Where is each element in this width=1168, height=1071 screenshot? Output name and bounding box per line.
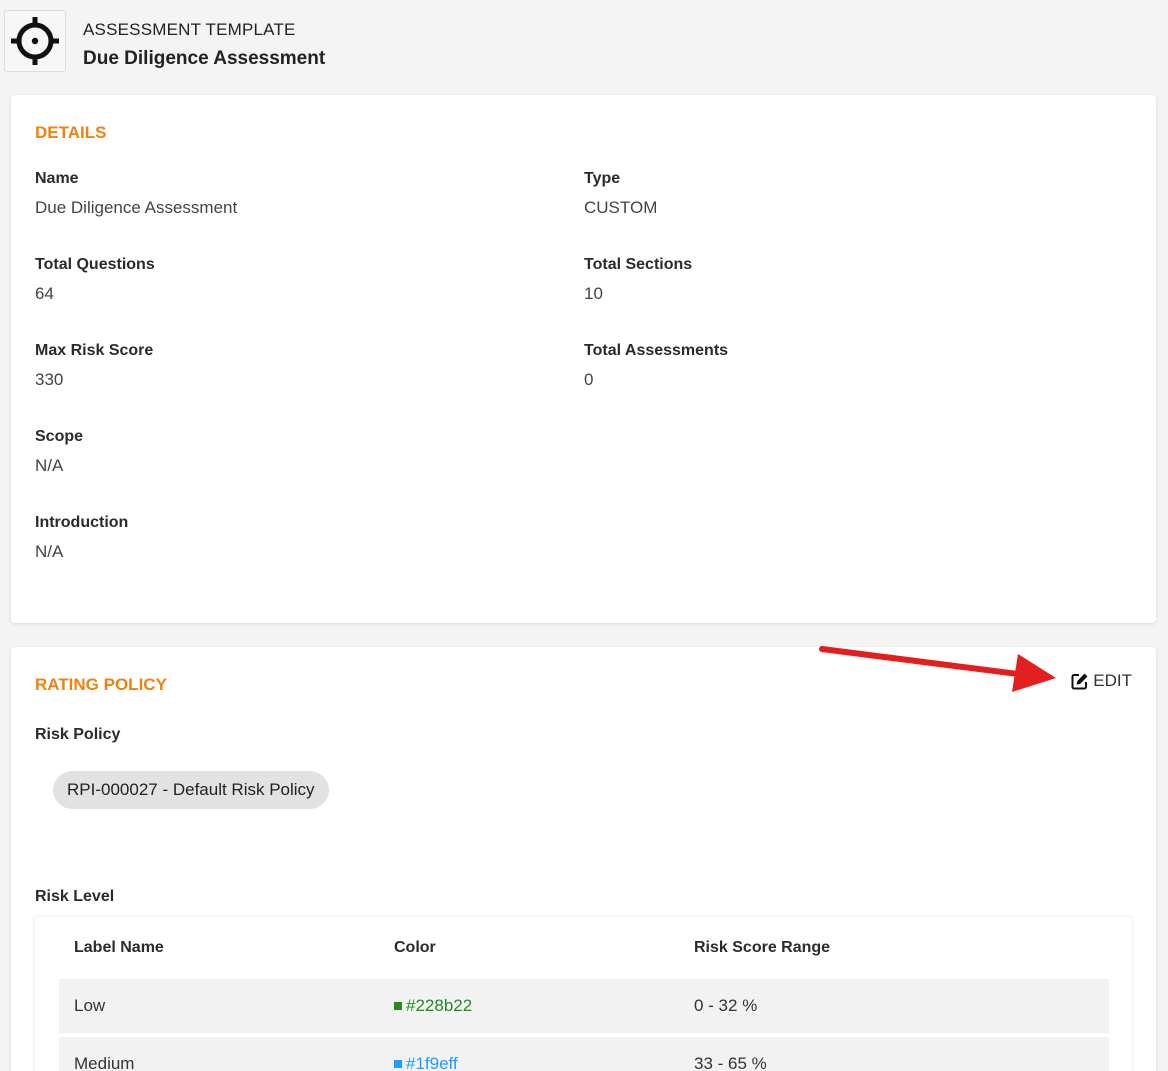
risk-policy-chip[interactable]: RPI-000027 - Default Risk Policy: [53, 771, 329, 809]
field-name: Name Due Diligence Assessment: [35, 170, 435, 218]
page-title: Due Diligence Assessment: [83, 48, 326, 69]
color-swatch: [394, 1001, 402, 1010]
row-color: #1f9eff: [394, 1054, 458, 1071]
field-scope: Scope N/A: [35, 428, 435, 476]
field-value: Due Diligence Assessment: [35, 198, 238, 217]
field-max-risk-score: Max Risk Score 330: [35, 342, 435, 390]
field-total-questions: Total Questions 64: [35, 256, 435, 304]
column-header-risk-score-range[interactable]: Risk Score Range: [694, 939, 830, 957]
field-value: 0: [584, 370, 594, 389]
column-header-label-name[interactable]: Label Name: [74, 939, 164, 957]
field-value: 64: [35, 284, 54, 303]
field-value: N/A: [35, 542, 64, 561]
risk-policy-label: Risk Policy: [35, 726, 121, 743]
field-label: Total Questions: [35, 256, 155, 273]
field-value: 10: [584, 284, 603, 303]
column-header-color[interactable]: Color: [394, 939, 436, 957]
field-value: CUSTOM: [584, 198, 658, 217]
edit-button[interactable]: EDIT: [1071, 671, 1132, 691]
row-range: 0 - 32 %: [694, 996, 758, 1015]
rating-policy-section-title: RATING POLICY: [35, 675, 167, 694]
header-kicker: ASSESSMENT TEMPLATE: [83, 20, 296, 39]
details-card: DETAILS Name Due Diligence Assessment Ty…: [11, 95, 1156, 623]
row-color: #228b22: [394, 996, 472, 1016]
table-header: Label Name Color Risk Score Range: [59, 917, 1109, 979]
table-row[interactable]: Medium #1f9eff 33 - 65 %: [59, 1037, 1109, 1071]
row-label: Low: [74, 996, 106, 1015]
field-label: Total Sections: [584, 256, 693, 273]
field-introduction: Introduction N/A: [35, 514, 435, 562]
field-total-assessments: Total Assessments 0: [584, 342, 984, 390]
color-swatch: [394, 1059, 402, 1068]
color-value: #1f9eff: [406, 1054, 458, 1071]
edit-icon: [1071, 673, 1088, 690]
row-label: Medium: [74, 1054, 135, 1071]
table-row[interactable]: Low #228b22 0 - 32 %: [59, 979, 1109, 1033]
details-section-title: DETAILS: [35, 123, 107, 142]
row-range: 33 - 65 %: [694, 1054, 767, 1071]
crosshair-icon: [11, 17, 59, 65]
color-value: #228b22: [406, 996, 473, 1015]
page-header: ASSESSMENT TEMPLATE Due Diligence Assess…: [4, 10, 704, 72]
field-type: Type CUSTOM: [584, 170, 984, 218]
risk-level-table: Label Name Color Risk Score Range Low #2…: [35, 917, 1132, 1071]
rating-policy-card: RATING POLICY EDIT Risk Policy RPI-00002…: [11, 647, 1156, 1071]
field-label: Name: [35, 170, 79, 187]
field-value: N/A: [35, 456, 64, 475]
field-total-sections: Total Sections 10: [584, 256, 984, 304]
field-label: Type: [584, 170, 621, 187]
template-logo: [4, 10, 66, 72]
field-label: Introduction: [35, 514, 129, 531]
risk-level-label: Risk Level: [35, 888, 115, 905]
field-label: Total Assessments: [584, 342, 729, 359]
edit-button-label: EDIT: [1093, 671, 1132, 690]
field-label: Scope: [35, 428, 84, 445]
field-label: Max Risk Score: [35, 342, 154, 359]
field-value: 330: [35, 370, 64, 389]
